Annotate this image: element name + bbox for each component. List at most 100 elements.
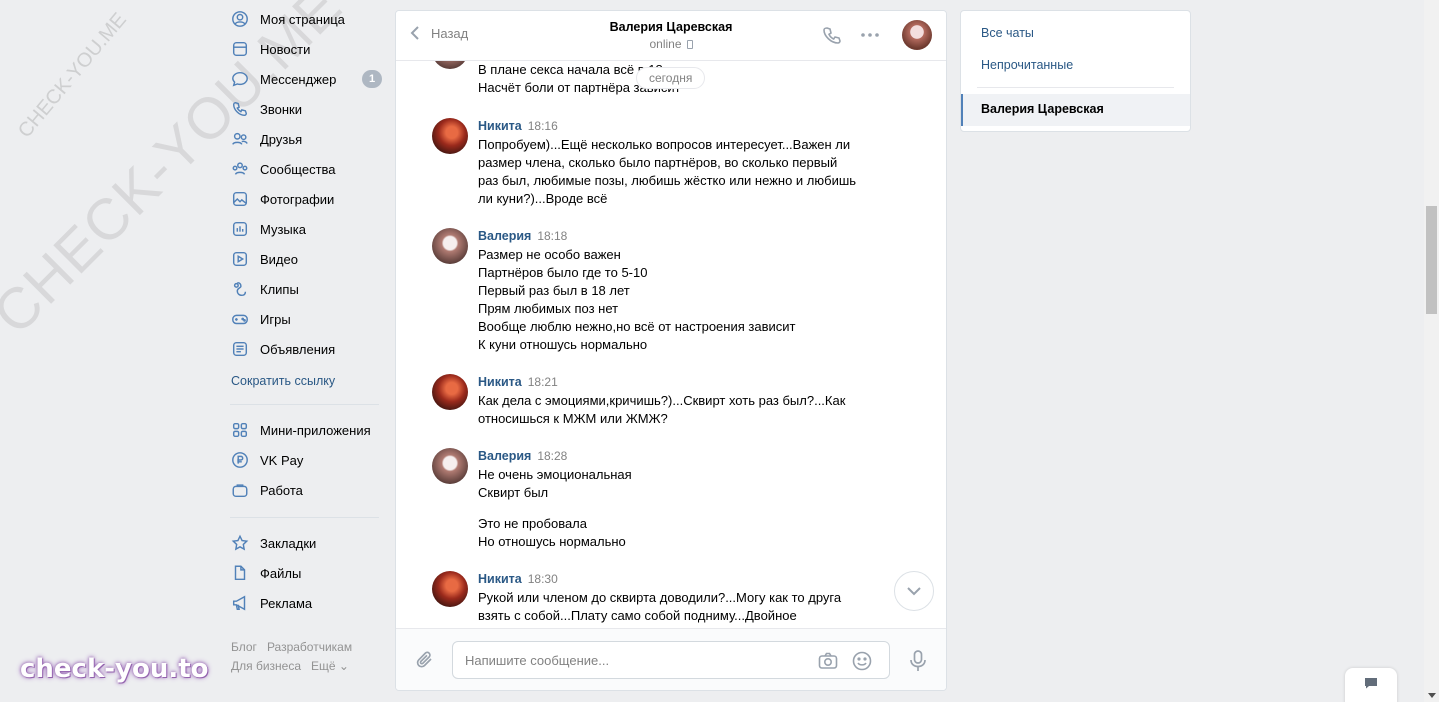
date-separator: сегодня: [636, 67, 706, 89]
more-button[interactable]: [859, 24, 881, 49]
left-nav: Моя страница Новости Мессенджер 1 Звонки…: [230, 4, 385, 618]
message-line: Прям любимых поз нет: [478, 301, 619, 316]
nav-item-music[interactable]: Музыка: [230, 214, 385, 244]
nav-item-photos[interactable]: Фотографии: [230, 184, 385, 214]
footer-business-link[interactable]: Для бизнеса: [231, 659, 301, 673]
nav-item-label: Объявления: [260, 341, 336, 357]
avatar[interactable]: [432, 448, 468, 484]
nav-item-label: Закладки: [260, 535, 317, 551]
message-author[interactable]: Никита: [478, 119, 522, 133]
nav-item-mini-apps[interactable]: Мини-приложения: [230, 415, 385, 445]
nav-item-vk-pay[interactable]: VK Pay: [230, 445, 385, 475]
message-group: Никита 18:21 Как дела с эмоциями,кричишь?…: [432, 374, 892, 428]
nav-item-label: Файлы: [260, 565, 302, 581]
nav-item-bookmarks[interactable]: Закладки: [230, 528, 385, 558]
active-chat-item[interactable]: Валерия Царевская: [961, 94, 1190, 126]
nav-item-games[interactable]: Игры: [230, 304, 385, 334]
message-author[interactable]: Никита: [478, 375, 522, 389]
message-line: раз был, любимые позы, любишь жёстко или…: [478, 173, 857, 188]
nav-item-ads[interactable]: Объявления: [230, 334, 385, 364]
peer-avatar[interactable]: [902, 20, 932, 50]
message-input[interactable]: [465, 642, 805, 678]
message-line: Вообще люблю нежно,но всё от настроения …: [478, 319, 796, 334]
star-icon: [230, 533, 250, 553]
message-body: Валерия 18:18 Размер не особо важен Партн…: [478, 228, 892, 354]
footer-more-link[interactable]: Ещё ⌄: [311, 659, 349, 673]
megaphone-icon: [230, 593, 250, 613]
message-group: Валерия 18:18 Размер не особо важен Партн…: [432, 228, 892, 354]
nav-item-label: Звонки: [260, 101, 302, 117]
nav-item-files[interactable]: Файлы: [230, 558, 385, 588]
message-time: 18:18: [537, 229, 568, 243]
page-scrollbar[interactable]: [1424, 0, 1439, 702]
scrollbar-thumb[interactable]: [1426, 206, 1437, 314]
message-body: Никита 18:21 Как дела с эмоциями,кричишь?…: [478, 374, 892, 428]
message-author[interactable]: Никита: [478, 572, 522, 586]
avatar[interactable]: [432, 228, 468, 264]
nav-item-messenger[interactable]: Мессенджер 1: [230, 64, 385, 94]
gamepad-icon: [230, 309, 250, 329]
active-chat-name: Валерия Царевская: [981, 102, 1104, 116]
short-link[interactable]: Сократить ссылку: [231, 374, 385, 392]
brand-watermark: check-you.to: [20, 654, 209, 684]
nav-item-communities[interactable]: Сообщества: [230, 154, 385, 184]
nav-item-label: Реклама: [260, 595, 313, 611]
chats-popup-button[interactable]: [1345, 668, 1397, 702]
message-author[interactable]: Валерия: [478, 229, 531, 243]
call-button[interactable]: [821, 24, 843, 49]
nav-item-label: Клипы: [260, 281, 299, 297]
nav-item-jobs[interactable]: Работа: [230, 475, 385, 505]
message-line: Как дела с эмоциями,кричишь?)...Сквирт х…: [478, 393, 846, 408]
mobile-icon: [686, 40, 693, 49]
nav-item-label: Работа: [260, 482, 303, 498]
microphone-icon: [910, 650, 926, 671]
nav-item-calls[interactable]: Звонки: [230, 94, 385, 124]
chat-header: Назад Валерия Царевская online: [396, 11, 946, 61]
briefcase-icon: [230, 480, 250, 500]
ads-list-icon: [230, 339, 250, 359]
avatar[interactable]: [432, 61, 468, 69]
nav-item-label: Новости: [260, 41, 311, 57]
scroll-down-button[interactable]: [894, 571, 934, 611]
footer-devs-link[interactable]: Разработчикам: [267, 640, 352, 654]
scroll-arrow-down-icon[interactable]: [1428, 693, 1436, 698]
phone-icon: [823, 27, 841, 44]
nav-item-video[interactable]: Видео: [230, 244, 385, 274]
avatar[interactable]: [432, 118, 468, 154]
chat-bubble-icon: [1365, 678, 1377, 689]
footer-blog-link[interactable]: Блог: [231, 640, 257, 654]
message-icon: [230, 69, 250, 89]
avatar[interactable]: [432, 571, 468, 607]
photo-icon: [230, 189, 250, 209]
nav-item-advertising[interactable]: Реклама: [230, 588, 385, 618]
message-line: Размер не особо важен: [478, 247, 621, 262]
smile-icon: [852, 651, 872, 671]
message-time: 18:16: [527, 119, 558, 133]
news-icon: [230, 39, 250, 59]
nav-item-news[interactable]: Новости: [230, 34, 385, 64]
message-group: Валерия 18:28 Не очень эмоциональная Скви…: [432, 448, 892, 551]
message-group: Никита 18:30 Рукой или членом до сквирта …: [432, 571, 892, 625]
more-dots-icon: [861, 33, 879, 37]
message-line: Рукой или членом до сквирта доводили?...…: [478, 590, 842, 605]
nav-item-clips[interactable]: Клипы: [230, 274, 385, 304]
avatar[interactable]: [432, 374, 468, 410]
user-circle-icon: [230, 9, 250, 29]
attach-button[interactable]: [414, 649, 436, 674]
voice-message-button[interactable]: [908, 649, 928, 676]
file-icon: [230, 563, 250, 583]
nav-item-friends[interactable]: Друзья: [230, 124, 385, 154]
message-author[interactable]: Валерия: [478, 449, 531, 463]
nav-divider: [230, 404, 379, 405]
chat-panel: Назад Валерия Царевская online сегодня В…: [395, 10, 947, 691]
emoji-button[interactable]: [851, 650, 873, 675]
nav-item-label: Видео: [260, 251, 298, 267]
message-history[interactable]: сегодня В плане секса начала всё в 18 На…: [396, 61, 946, 629]
peer-status-text: online: [649, 37, 682, 51]
nav-item-label: Моя страница: [260, 11, 345, 27]
filter-all-chats[interactable]: Все чаты: [981, 26, 1034, 40]
nav-item-label: Мини-приложения: [260, 422, 371, 438]
filter-unread[interactable]: Непрочитанные: [981, 58, 1073, 72]
nav-item-my-page[interactable]: Моя страница: [230, 4, 385, 34]
camera-button[interactable]: [817, 650, 839, 675]
